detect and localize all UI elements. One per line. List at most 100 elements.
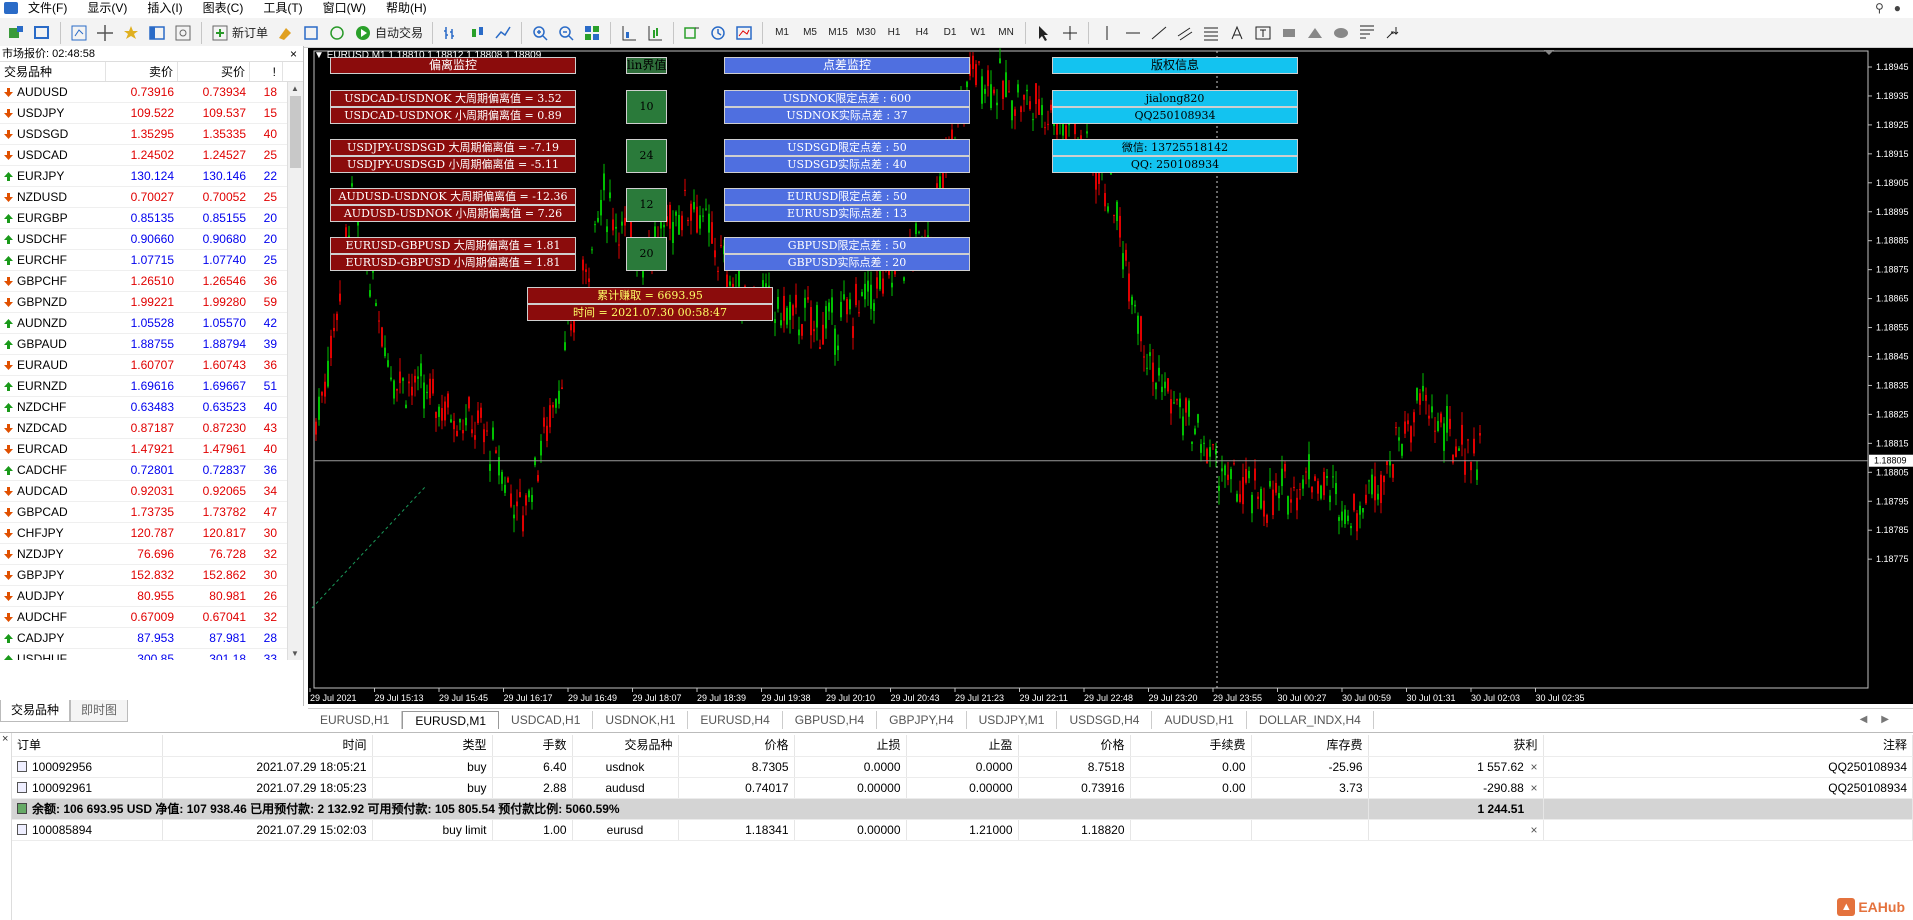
symbol-row[interactable]: CADJPY 87.953 87.981 28 bbox=[0, 628, 287, 649]
menu-insert[interactable]: 插入(I) bbox=[137, 0, 192, 16]
chart-tab[interactable]: DOLLAR_INDX,H4 bbox=[1247, 710, 1374, 729]
tf-m30[interactable]: M30 bbox=[853, 21, 879, 45]
menu-window[interactable]: 窗口(W) bbox=[313, 0, 376, 16]
scrollbar-thumb[interactable] bbox=[290, 96, 301, 168]
symbol-row[interactable]: USDCHF 0.90660 0.90680 20 bbox=[0, 229, 287, 250]
tab-scroll-arrows-icon[interactable]: ◀▶ bbox=[1860, 714, 1913, 725]
order-sl[interactable]: 0.00000 bbox=[794, 819, 907, 841]
symbol-row[interactable]: NZDCHF 0.63483 0.63523 40 bbox=[0, 397, 287, 418]
symbol-row[interactable]: GBPCHF 1.26510 1.26546 36 bbox=[0, 271, 287, 292]
symbol-row[interactable]: NZDCAD 0.87187 0.87230 43 bbox=[0, 418, 287, 439]
symbol-row[interactable]: AUDCAD 0.92031 0.92065 34 bbox=[0, 481, 287, 502]
cursor-icon[interactable] bbox=[1032, 21, 1056, 45]
vertical-line-icon[interactable] bbox=[1095, 21, 1119, 45]
new-chart-icon[interactable] bbox=[4, 21, 28, 45]
col-price[interactable]: 价格 bbox=[678, 735, 795, 757]
header-spread[interactable]: ! bbox=[250, 62, 283, 81]
fibo-fan-icon[interactable] bbox=[1355, 21, 1379, 45]
chart-tab[interactable]: USDNOK,H1 bbox=[593, 710, 689, 729]
symbol-row[interactable]: EURGBP 0.85135 0.85155 20 bbox=[0, 208, 287, 229]
bar-chart-icon[interactable] bbox=[439, 21, 463, 45]
tf-w1[interactable]: W1 bbox=[965, 21, 991, 45]
zoom-in-icon[interactable] bbox=[528, 21, 552, 45]
tile-windows-icon[interactable] bbox=[580, 21, 604, 45]
symbol-row[interactable]: USDJPY 109.522 109.537 15 bbox=[0, 103, 287, 124]
trade-row[interactable]: 100092961 2021.07.29 18:05:23 buy 2.88 a… bbox=[12, 777, 1913, 799]
chart-tab[interactable]: USDCAD,H1 bbox=[499, 710, 594, 729]
symbol-row[interactable]: USDSGD 1.35295 1.35335 40 bbox=[0, 124, 287, 145]
community-icon[interactable]: ● bbox=[1894, 1, 1901, 15]
symbol-row[interactable]: AUDCHF 0.67009 0.67041 32 bbox=[0, 607, 287, 628]
tf-h1[interactable]: H1 bbox=[881, 21, 907, 45]
tf-m15[interactable]: M15 bbox=[825, 21, 851, 45]
col-symbol[interactable]: 交易品种 bbox=[572, 735, 679, 757]
market-watch-icon[interactable] bbox=[67, 21, 91, 45]
menu-file[interactable]: 文件(F) bbox=[18, 0, 77, 16]
tab-tick-chart[interactable]: 即时图 bbox=[70, 700, 129, 722]
close-icon[interactable]: × bbox=[290, 46, 297, 62]
close-order-icon[interactable]: × bbox=[1530, 781, 1537, 795]
chart-tab[interactable]: USDJPY,M1 bbox=[967, 710, 1058, 729]
templates-icon[interactable] bbox=[732, 21, 756, 45]
indicators-icon[interactable] bbox=[680, 21, 704, 45]
new-order-button[interactable]: 新订单 bbox=[208, 21, 271, 45]
symbol-row[interactable]: CADCHF 0.72801 0.72837 36 bbox=[0, 460, 287, 481]
chart-shift-icon[interactable] bbox=[617, 21, 641, 45]
trade-row[interactable]: 100092956 2021.07.29 18:05:21 buy 6.40 u… bbox=[12, 756, 1913, 778]
data-window-icon[interactable] bbox=[119, 21, 143, 45]
scroll-up-icon[interactable]: ▲ bbox=[291, 84, 299, 93]
chart-tab[interactable]: GBPJPY,H4 bbox=[877, 710, 967, 729]
symbol-row[interactable]: EURNZD 1.69616 1.69667 51 bbox=[0, 376, 287, 397]
auto-trading-button[interactable]: 自动交易 bbox=[351, 21, 426, 45]
tf-mn[interactable]: MN bbox=[993, 21, 1019, 45]
menu-tools[interactable]: 工具(T) bbox=[253, 0, 312, 16]
symbol-row[interactable]: AUDUSD 0.73916 0.73934 18 bbox=[0, 82, 287, 103]
col-swap[interactable]: 库存费 bbox=[1251, 735, 1369, 757]
scroll-down-icon[interactable]: ▼ bbox=[291, 649, 299, 658]
tf-m1[interactable]: M1 bbox=[769, 21, 795, 45]
pending-order-row[interactable]: 100085894 2021.07.29 15:02:03 buy limit … bbox=[12, 819, 1913, 841]
col-cur-price[interactable]: 价格 bbox=[1018, 735, 1131, 757]
market-icon[interactable] bbox=[325, 21, 349, 45]
symbol-row[interactable]: EURAUD 1.60707 1.60743 36 bbox=[0, 355, 287, 376]
close-order-icon[interactable]: × bbox=[1530, 760, 1537, 774]
profiles-icon[interactable] bbox=[30, 21, 54, 45]
col-lots[interactable]: 手数 bbox=[492, 735, 573, 757]
text-label-icon[interactable] bbox=[1251, 21, 1275, 45]
triangle-icon[interactable] bbox=[1303, 21, 1327, 45]
menu-view[interactable]: 显示(V) bbox=[77, 0, 137, 16]
equidistant-channel-icon[interactable] bbox=[1173, 21, 1197, 45]
chart-tab[interactable]: GBPUSD,H4 bbox=[783, 710, 878, 729]
chart-tab[interactable]: USDSGD,H4 bbox=[1057, 710, 1153, 729]
strategy-tester-icon[interactable] bbox=[171, 21, 195, 45]
symbol-row[interactable]: NZDJPY 76.696 76.728 32 bbox=[0, 544, 287, 565]
col-sl[interactable]: 止损 bbox=[794, 735, 907, 757]
symbol-row[interactable]: USDHUF 300.85 301.18 33 bbox=[0, 649, 287, 660]
order-sl[interactable]: 0.00000 bbox=[794, 777, 907, 799]
navigator-icon[interactable] bbox=[93, 21, 117, 45]
col-tp[interactable]: 止盈 bbox=[906, 735, 1019, 757]
order-tp[interactable]: 1.21000 bbox=[906, 819, 1019, 841]
close-icon[interactable]: × bbox=[2, 733, 8, 745]
order-tp[interactable]: 0.0000 bbox=[906, 756, 1019, 778]
tf-m5[interactable]: M5 bbox=[797, 21, 823, 45]
ellipse-icon[interactable] bbox=[1329, 21, 1353, 45]
autoscroll-icon[interactable] bbox=[643, 21, 667, 45]
chart-tab[interactable]: EURUSD,H1 bbox=[308, 710, 403, 729]
symbol-row[interactable]: USDCAD 1.24502 1.24527 25 bbox=[0, 145, 287, 166]
tf-d1[interactable]: D1 bbox=[937, 21, 963, 45]
header-symbol[interactable]: 交易品种 bbox=[0, 62, 106, 81]
trendline-icon[interactable] bbox=[1147, 21, 1171, 45]
header-bid[interactable]: 卖价 bbox=[106, 62, 178, 81]
search-icon[interactable]: ⚲ bbox=[1875, 1, 1884, 15]
candlestick-icon[interactable] bbox=[465, 21, 489, 45]
symbol-row[interactable]: GBPAUD 1.88755 1.88794 39 bbox=[0, 334, 287, 355]
symbol-row[interactable]: EURCAD 1.47921 1.47961 40 bbox=[0, 439, 287, 460]
menu-chart[interactable]: 图表(C) bbox=[193, 0, 254, 16]
market-watch-scrollbar[interactable]: ▲ ▼ bbox=[287, 82, 303, 660]
chart-tab[interactable]: EURUSD,H4 bbox=[688, 710, 783, 729]
header-ask[interactable]: 买价 bbox=[178, 62, 250, 81]
symbol-row[interactable]: GBPJPY 152.832 152.862 30 bbox=[0, 565, 287, 586]
symbol-row[interactable]: GBPCAD 1.73735 1.73782 47 bbox=[0, 502, 287, 523]
menu-help[interactable]: 帮助(H) bbox=[376, 0, 437, 16]
